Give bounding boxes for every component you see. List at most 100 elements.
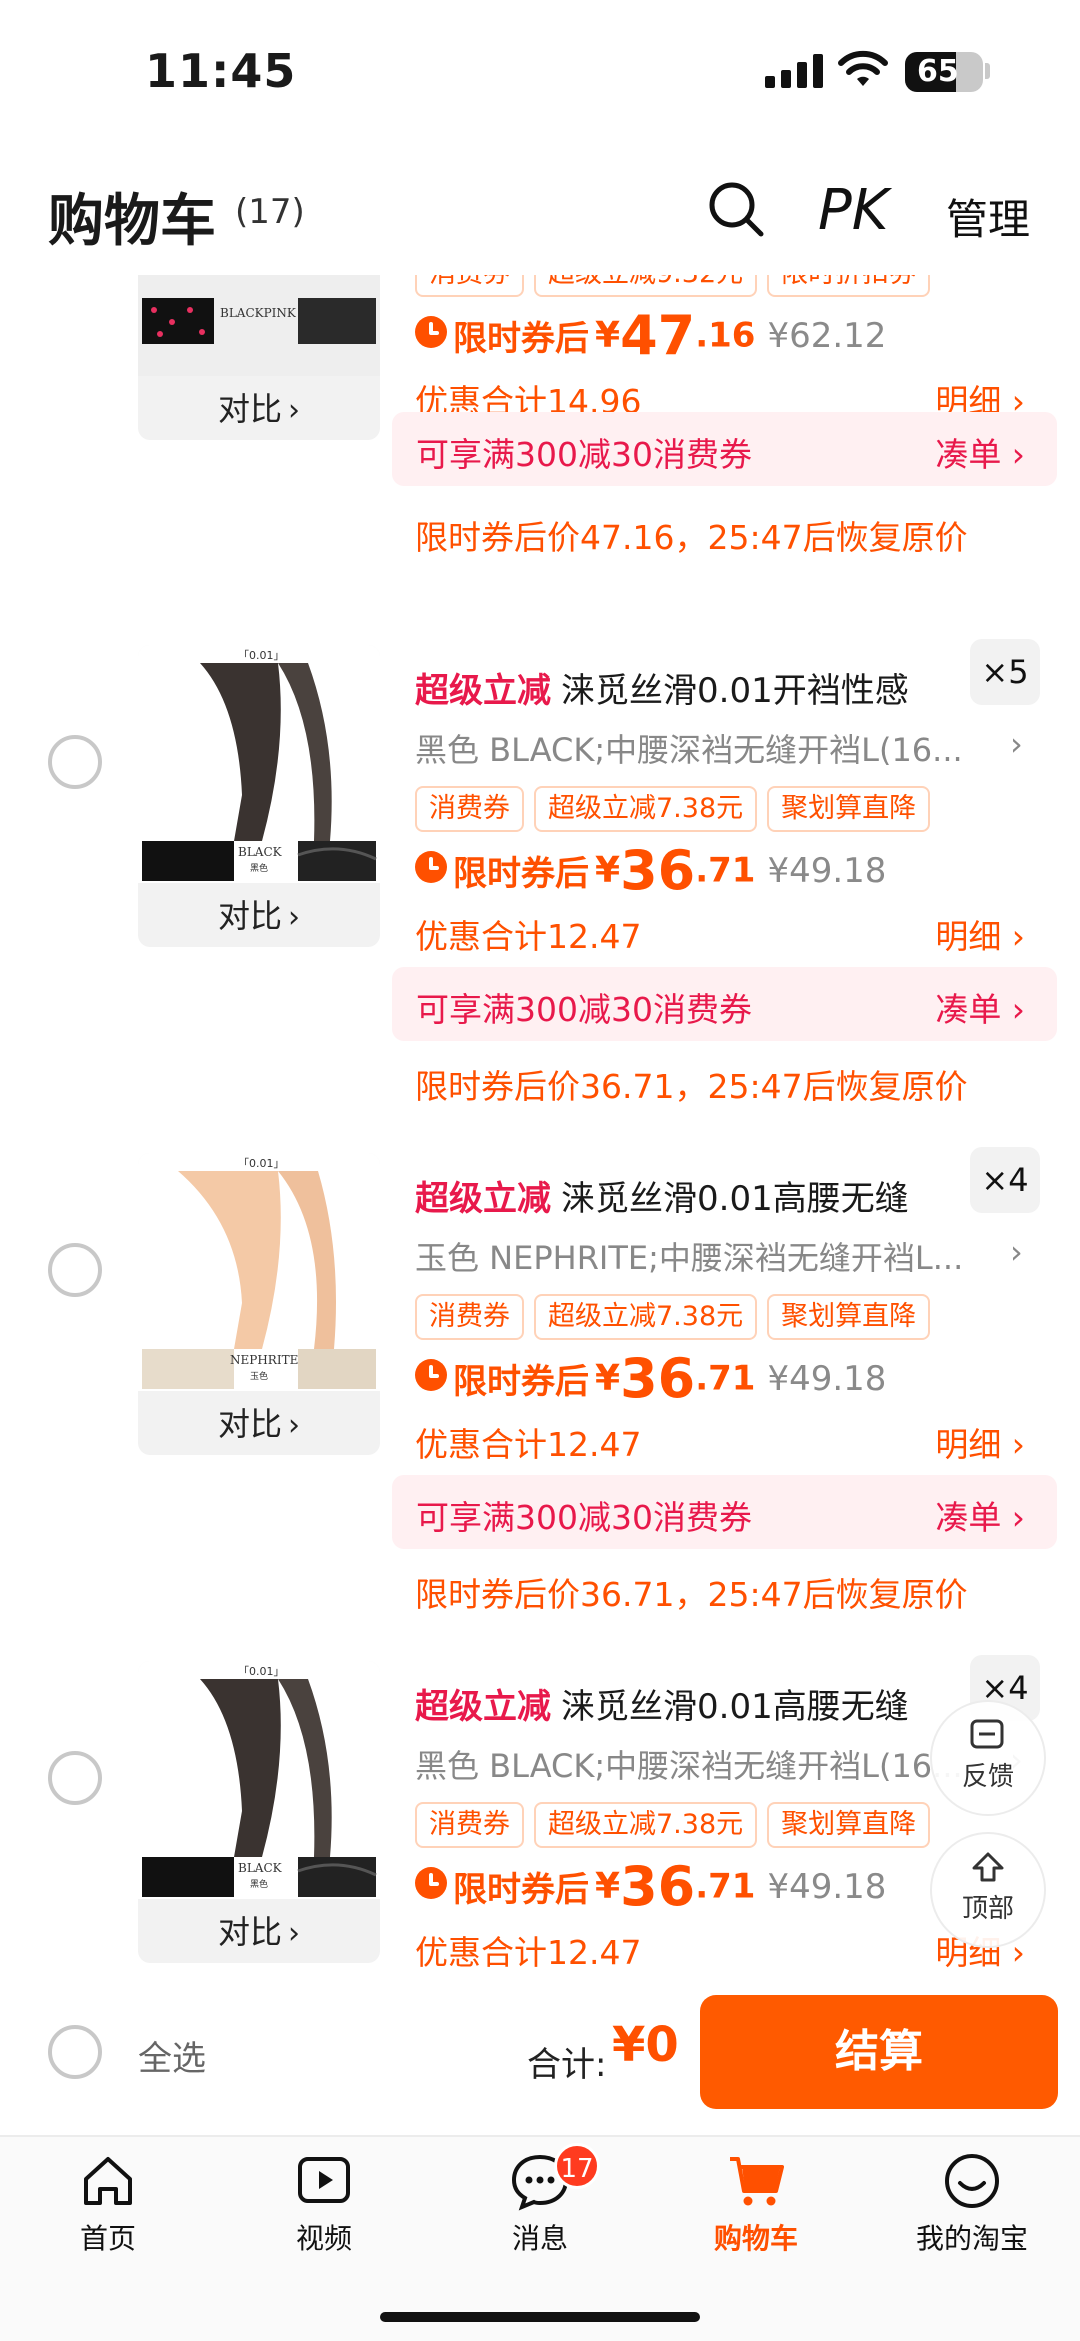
price-integer: 47 — [620, 304, 696, 367]
product-title[interactable]: 超级立减 涞觅丝滑0.01开裆性感 — [415, 663, 955, 719]
promo-chip: 超级立减9.32元 — [534, 275, 758, 297]
unread-badge: 17 — [554, 2143, 600, 2189]
promo-chip: 超级立减7.38元 — [534, 1294, 758, 1340]
sku-selector[interactable]: 玉色 NEPHRITE;中腰深裆无缝开裆L... › — [415, 1233, 1023, 1279]
quantity-badge[interactable]: ×4 — [970, 1147, 1040, 1213]
original-price: ¥49.18 — [767, 850, 887, 891]
promo-chips: 消费券 超级立减7.38元 聚划算直降 — [415, 1802, 940, 1848]
clock-icon — [415, 1358, 447, 1391]
cart-item: BLACKPINK 对比› 消费券超级立减9.32元限时折扣券 限时券后¥47.… — [0, 275, 1080, 630]
checkout-bar: 全选 合计: ¥0 结算 — [0, 1975, 1080, 2135]
promo-chip: 限时折扣券 — [767, 275, 931, 297]
promo-chip: 消费券 — [415, 275, 524, 297]
item-select-checkbox[interactable] — [48, 1243, 102, 1297]
back-to-top-button[interactable]: 顶部 — [930, 1832, 1046, 1948]
battery-level: 65 — [917, 54, 959, 89]
add-on-link[interactable]: 凑单 › — [935, 1491, 1025, 1539]
price-integer: 36 — [620, 1855, 696, 1918]
coupon-bar[interactable]: 可享满300减30消费券 凑单 › — [392, 412, 1057, 486]
product-thumbnail[interactable]: 「0.01」 NEPHRITE 玉色 对比 › — [138, 1153, 380, 1455]
detail-link[interactable]: 明细 › — [935, 910, 1025, 958]
compare-link[interactable]: 对比 › — [138, 1399, 380, 1445]
page-header: 购物车 (17) PK 管理 — [0, 150, 1080, 275]
price-row: 限时券后 ¥36.71 ¥49.18 — [415, 1855, 886, 1925]
total-label: 合计: — [527, 2045, 607, 2085]
promo-chip: 聚划算直降 — [767, 1294, 931, 1340]
promo-chips: 消费券 超级立减7.38元 聚划算直降 — [415, 1294, 940, 1340]
clock-icon — [415, 1866, 447, 1899]
compare-link[interactable]: 对比 › — [138, 891, 380, 937]
original-price: ¥49.18 — [767, 1866, 887, 1907]
chevron-right-icon: › — [1010, 725, 1023, 763]
product-title[interactable]: 超级立减 涞觅丝滑0.01高腰无缝 — [415, 1171, 955, 1227]
back-to-top-label: 顶部 — [961, 1894, 1014, 1924]
price-notice: 限时券后价36.71，25:47后恢复原价 — [415, 1575, 968, 1614]
total-amount: ¥0 — [612, 2017, 679, 2073]
clock-icon — [415, 315, 447, 348]
cart-list[interactable]: BLACKPINK 对比› 消费券超级立减9.32元限时折扣券 限时券后¥47.… — [0, 275, 1080, 1975]
feedback-icon — [970, 1719, 1004, 1749]
home-icon — [84, 2157, 132, 2205]
discount-total-row[interactable]: 优惠合计12.47 明细 › — [415, 910, 1025, 958]
select-all-checkbox[interactable] — [48, 2025, 102, 2079]
coupon-bar[interactable]: 可享满300减30消费券 凑单 › — [392, 1475, 1057, 1549]
product-thumbnail[interactable]: 「0.01」 BLACK 黑色 对比 › — [138, 1661, 380, 1963]
detail-link[interactable]: 明细 › — [935, 1418, 1025, 1466]
price-notice: 限时券后价47.16，25:47后恢复原价 — [415, 518, 968, 557]
tab-my-taobao[interactable]: 我的淘宝 — [882, 2149, 1062, 2257]
pk-button[interactable]: PK — [818, 178, 889, 243]
cart-item: 「0.01」 BLACK 黑色 对比 › 超级立减 涞觅丝滑0.01高腰无缝 ×4 … — [0, 1655, 1080, 1975]
cellular-signal-icon — [765, 54, 823, 88]
quantity-badge[interactable]: ×5 — [970, 639, 1040, 705]
battery-icon: 65 — [905, 52, 983, 92]
manage-button[interactable]: 管理 — [946, 186, 1030, 247]
promo-chip: 超级立减7.38元 — [534, 786, 758, 832]
search-icon[interactable] — [705, 178, 767, 240]
product-image: 「0.01」 BLACK 黑色 — [138, 645, 380, 883]
wifi-icon — [838, 50, 888, 86]
item-select-checkbox[interactable] — [48, 735, 102, 789]
promo-chip: 消费券 — [415, 1802, 524, 1848]
super-discount-tag: 超级立减 — [415, 1179, 551, 1219]
promo-chips: 消费券 超级立减7.38元 聚划算直降 — [415, 786, 940, 832]
price-row: 限时券后 ¥36.71 ¥49.18 — [415, 839, 886, 909]
profile-icon — [945, 2154, 999, 2208]
cart-item: 「0.01」 BLACK 黑色 对比 › 超级立减 涞觅丝滑0.01开裆性感 ×5 … — [0, 639, 1080, 1106]
select-all-label[interactable]: 全选 — [138, 2031, 206, 2080]
promo-chip: 聚划算直降 — [767, 786, 931, 832]
tab-cart[interactable]: 购物车 — [666, 2149, 846, 2257]
promo-chip: 消费券 — [415, 1294, 524, 1340]
coupon-bar[interactable]: 可享满300减30消费券 凑单 › — [392, 967, 1057, 1041]
page-title: 购物车 — [48, 189, 216, 254]
feedback-button[interactable]: 反馈 — [930, 1700, 1046, 1816]
tab-video[interactable]: 视频 — [234, 2149, 414, 2257]
promo-chip: 聚划算直降 — [767, 1802, 931, 1848]
discount-total-row[interactable]: 优惠合计12.47 明细 › — [415, 1418, 1025, 1466]
chevron-right-icon: › — [1010, 1233, 1023, 1271]
status-time: 11:45 — [145, 44, 297, 98]
product-title[interactable]: 超级立减 涞觅丝滑0.01高腰无缝 — [415, 1679, 955, 1735]
checkout-button[interactable]: 结算 — [700, 1995, 1058, 2109]
compare-link[interactable]: 对比 › — [138, 384, 380, 430]
compare-link[interactable]: 对比 › — [138, 1907, 380, 1953]
tab-messages[interactable]: 消息 17 — [450, 2143, 630, 2257]
original-price: ¥62.12 — [767, 315, 887, 356]
sku-selector[interactable]: 黑色 BLACK;中腰深裆无缝开裆L(16...› — [415, 725, 1023, 771]
item-select-checkbox[interactable] — [48, 1751, 102, 1805]
product-image-label: BLACKPINK — [220, 306, 296, 320]
clock-icon — [415, 850, 447, 883]
original-price: ¥49.18 — [767, 1358, 887, 1399]
price-row: 限时券后 ¥47.16 ¥62.12 — [415, 304, 886, 374]
promo-chip: 消费券 — [415, 786, 524, 832]
product-thumbnail[interactable]: BLACKPINK 对比 › — [138, 275, 380, 440]
add-on-link[interactable]: 凑单 › — [935, 983, 1025, 1031]
product-image: 「0.01」 NEPHRITE 玉色 — [138, 1153, 380, 1391]
arrow-up-icon — [972, 1852, 1004, 1882]
tab-home[interactable]: 首页 — [18, 2149, 198, 2257]
discount-total-row[interactable]: 优惠合计12.47 明细 › — [415, 1926, 1025, 1974]
product-thumbnail[interactable]: 「0.01」 BLACK 黑色 对比 › — [138, 645, 380, 947]
add-on-link[interactable]: 凑单 › — [935, 428, 1025, 476]
price-integer: 36 — [620, 839, 696, 902]
cart-icon — [730, 2157, 784, 2206]
sku-selector[interactable]: 黑色 BLACK;中腰深裆无缝开裆L(16...› — [415, 1741, 1023, 1787]
